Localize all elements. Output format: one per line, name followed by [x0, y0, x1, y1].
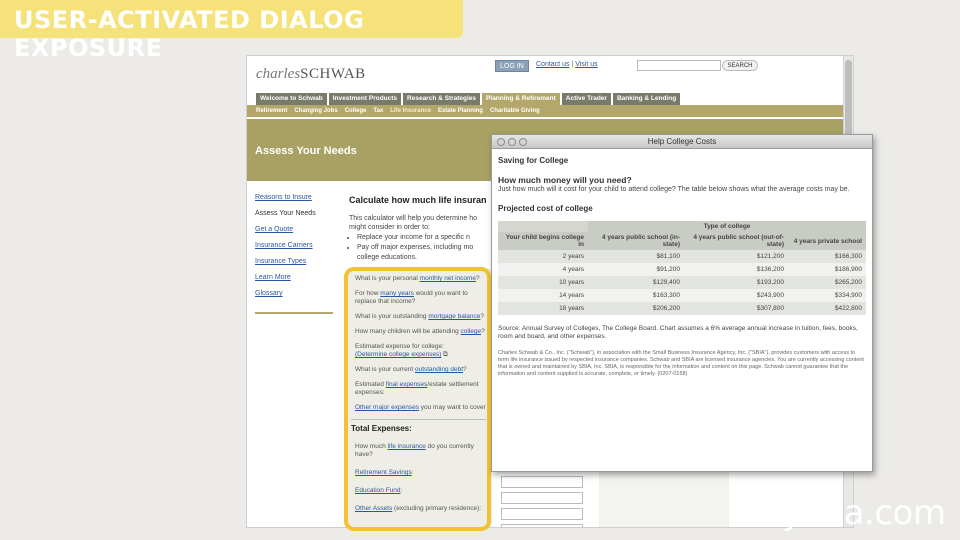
popup-titlebar[interactable]: Help College Costs: [492, 135, 872, 149]
login-button[interactable]: LOG IN: [495, 60, 529, 72]
left-nav-quote[interactable]: Get a Quote: [255, 226, 335, 233]
answer-inputs: [501, 476, 583, 527]
table-heading: Projected cost of college: [498, 204, 593, 213]
intro-line-1: This calculator will help you determine …: [349, 215, 478, 222]
popup-body: Saving for College How much money will y…: [492, 149, 872, 378]
left-nav-learn-more[interactable]: Learn More: [255, 274, 335, 281]
table-header-row: Your child begins college in 4 years pub…: [498, 232, 866, 250]
table-cell: 18 years: [498, 302, 588, 315]
main-nav: Welcome to Schwab Investment Products Re…: [256, 93, 681, 105]
table-cell: $91,200: [588, 263, 684, 276]
title-banner: USER-ACTIVATED DIALOG EXPOSURE: [0, 0, 463, 62]
table-row: 2 years $81,100 $121,200 $166,300: [498, 250, 866, 263]
table-cell: 4 years: [498, 263, 588, 276]
subnav-changing-jobs[interactable]: Changing Jobs: [294, 105, 337, 117]
table-cell: $129,400: [588, 276, 684, 289]
column-header: Your child begins college in: [498, 232, 588, 250]
table-row: 4 years $91,200 $136,200 $186,900: [498, 263, 866, 276]
table-source-note: Source: Annual Survey of Colleges, The C…: [498, 325, 858, 340]
college-cost-table: Type of college Your child begins colleg…: [498, 221, 866, 315]
column-header: 4 years private school: [788, 232, 866, 250]
table-cell: $422,800: [788, 302, 866, 315]
calculator-intro: This calculator will help you determine …: [349, 214, 494, 262]
table-row: 18 years $206,200 $307,800 $422,800: [498, 302, 866, 315]
popup-question-text: Just how much will it cost for your chil…: [498, 186, 850, 193]
table-cell: $265,200: [788, 276, 866, 289]
table-cell: 2 years: [498, 250, 588, 263]
form-highlight: [344, 267, 491, 531]
subnav-tax[interactable]: Tax: [373, 105, 383, 117]
table-cell: $166,300: [788, 250, 866, 263]
legal-disclaimer: Charles Schwab & Co., Inc. ("Schwab"), i…: [498, 350, 864, 377]
table-row: 10 years $129,400 $193,200 $265,200: [498, 276, 866, 289]
intro-bullets: Replace your income for a specific n Pay…: [357, 233, 494, 262]
table-cell: $136,200: [684, 263, 788, 276]
table-cell: $206,200: [588, 302, 684, 315]
nav-tab-planning[interactable]: Planning & Retirement: [482, 93, 560, 105]
intro-bullet: Pay off major expenses, including mo: [357, 243, 494, 252]
table-group-header-row: Type of college: [498, 221, 866, 232]
table-row: 14 years $163,300 $243,900 $334,900: [498, 289, 866, 302]
intro-bullet: Replace your income for a specific n: [357, 233, 494, 242]
answer-input[interactable]: [501, 524, 583, 527]
banner-title: USER-ACTIVATED DIALOG EXPOSURE: [14, 6, 365, 62]
help-college-costs-window: Help College Costs Saving for College Ho…: [491, 134, 873, 472]
logo-word: SCHWAB: [300, 66, 366, 82]
subnav-life-insurance[interactable]: Life Insurance: [390, 105, 431, 117]
intro-bullet-cont: college educations.: [357, 254, 417, 261]
answer-input[interactable]: [501, 508, 583, 520]
nav-tab-banking[interactable]: Banking & Lending: [612, 93, 681, 105]
nav-tab-research[interactable]: Research & Strategies: [403, 93, 481, 105]
table-cell: $193,200: [684, 276, 788, 289]
left-nav-types[interactable]: Insurance Types: [255, 258, 335, 265]
visit-us-link[interactable]: Visit us: [575, 61, 597, 68]
table-cell: $307,800: [684, 302, 788, 315]
popup-title: Help College Costs: [647, 137, 717, 146]
answer-input[interactable]: [501, 476, 583, 488]
intro-line-2: might consider in order to:: [349, 224, 430, 231]
popup-heading: Saving for College: [498, 156, 569, 165]
table-header-blank: [498, 221, 588, 232]
column-header: 4 years public school (out-of-state): [684, 232, 788, 250]
logo-script: charles: [256, 66, 301, 82]
side-column: [599, 466, 729, 527]
page-title: Assess Your Needs: [255, 145, 357, 157]
table-cell: $186,900: [788, 263, 866, 276]
schwab-logo[interactable]: charlesSCHWAB: [256, 66, 366, 83]
table-group-header: Type of college: [588, 221, 866, 232]
left-nav-assess: Assess Your Needs: [255, 210, 316, 217]
left-nav: Reasons to Insure Assess Your Needs Get …: [255, 194, 335, 306]
subnav-charitable-giving[interactable]: Charitable Giving: [490, 105, 540, 117]
left-nav-carriers[interactable]: Insurance Carriers: [255, 242, 335, 249]
left-nav-divider: [255, 312, 333, 314]
subnav-estate-planning[interactable]: Estate Planning: [438, 105, 483, 117]
table-cell: $81,100: [588, 250, 684, 263]
left-nav-glossary[interactable]: Glossary: [255, 290, 335, 297]
nav-tab-welcome[interactable]: Welcome to Schwab: [256, 93, 327, 105]
column-header: 4 years public school (in-state): [588, 232, 684, 250]
table-cell: $121,200: [684, 250, 788, 263]
contact-us-link[interactable]: Contact us: [536, 61, 569, 68]
lynda-watermark: lynda.com: [773, 493, 946, 533]
top-links: Contact us | Visit us: [536, 61, 598, 68]
table-cell: $163,300: [588, 289, 684, 302]
table-cell: 14 years: [498, 289, 588, 302]
search-input[interactable]: [637, 60, 721, 71]
table-cell: 10 years: [498, 276, 588, 289]
nav-tab-investment-products[interactable]: Investment Products: [328, 93, 402, 105]
table-cell: $334,900: [788, 289, 866, 302]
subnav-college[interactable]: College: [345, 105, 367, 117]
table-cell: $243,900: [684, 289, 788, 302]
subnav-retirement[interactable]: Retirement: [256, 105, 287, 117]
nav-tab-active-trader[interactable]: Active Trader: [561, 93, 611, 105]
search-button[interactable]: SEARCH: [722, 60, 758, 71]
calculator-heading: Calculate how much life insuran: [349, 195, 487, 205]
sub-nav: Retirement Changing Jobs College Tax Lif…: [247, 105, 845, 117]
left-nav-reasons[interactable]: Reasons to Insure: [255, 194, 335, 201]
popup-question: How much money will you need?: [498, 175, 632, 185]
answer-input[interactable]: [501, 492, 583, 504]
